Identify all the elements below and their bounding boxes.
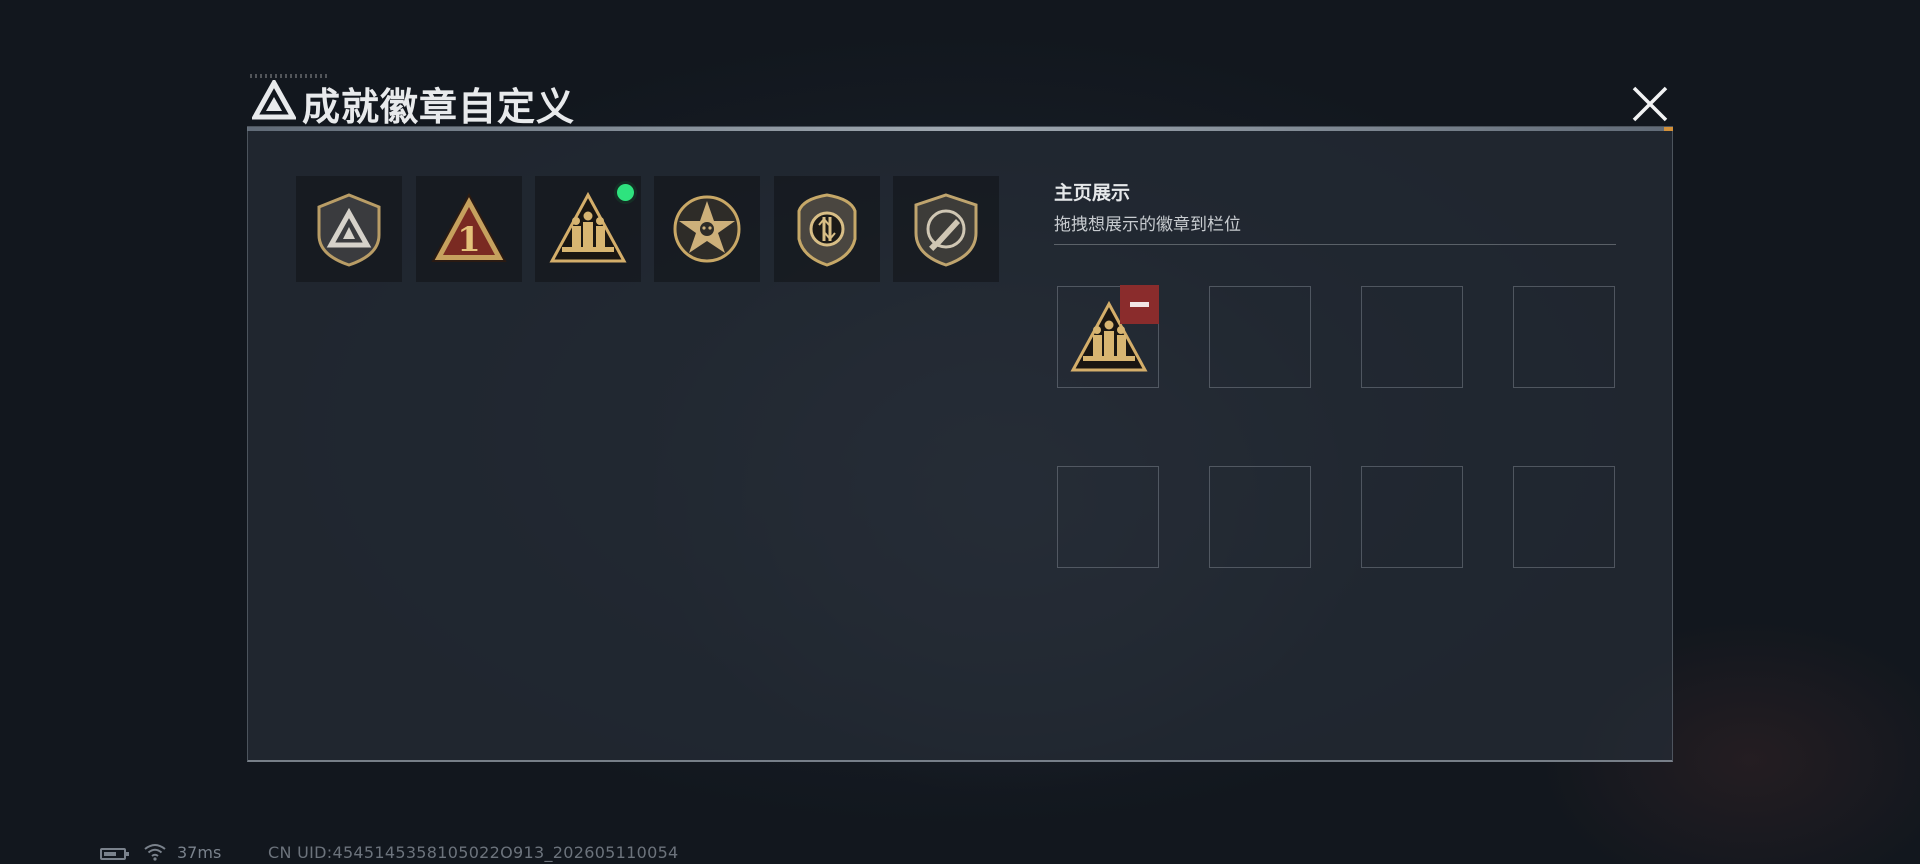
close-icon[interactable] <box>1624 78 1676 130</box>
badge-slot-5[interactable] <box>774 176 880 282</box>
star-skull-badge-icon <box>673 195 741 263</box>
showcase-slot-4[interactable] <box>1513 286 1615 388</box>
window-title-bar: 成就徽章自定义 <box>244 72 1676 132</box>
triangle-number-one-badge-icon: 1 <box>431 192 507 262</box>
triangle-logo-icon <box>252 80 296 120</box>
showcase-slot-5[interactable] <box>1057 466 1159 568</box>
badge-slot-6[interactable] <box>893 176 999 282</box>
wifi-icon <box>144 844 166 861</box>
uid-text: CN UID:4545145358105022O913_202605110054 <box>268 843 679 862</box>
panel-divider <box>247 127 1673 131</box>
showcase-slot-3[interactable] <box>1361 286 1463 388</box>
shield-triangle-badge-icon <box>317 193 381 267</box>
svg-text:1: 1 <box>457 220 481 260</box>
ping-text: 37ms <box>177 843 222 862</box>
crest-arrows-badge-icon <box>797 193 857 267</box>
showcase-slot-7[interactable] <box>1361 466 1463 568</box>
showcase-title: 主页展示 <box>1054 182 1131 204</box>
remove-badge-button[interactable] <box>1120 285 1159 324</box>
badge-slot-1[interactable] <box>296 176 402 282</box>
window-title: 成就徽章自定义 <box>302 85 576 129</box>
triangle-soldiers-badge-icon <box>549 191 627 263</box>
panel-accent <box>1664 127 1673 131</box>
showcase-divider <box>1054 244 1616 245</box>
shield-knife-badge-icon <box>914 193 978 267</box>
badge-slot-2[interactable]: 1 <box>416 176 522 282</box>
showcase-slot-6[interactable] <box>1209 466 1311 568</box>
battery-icon <box>100 848 129 860</box>
new-badge-indicator <box>617 184 634 201</box>
showcase-subtitle: 拖拽想展示的徽章到栏位 <box>1054 215 1241 235</box>
badge-slot-4[interactable] <box>654 176 760 282</box>
showcase-slot-2[interactable] <box>1209 286 1311 388</box>
showcase-slot-8[interactable] <box>1513 466 1615 568</box>
